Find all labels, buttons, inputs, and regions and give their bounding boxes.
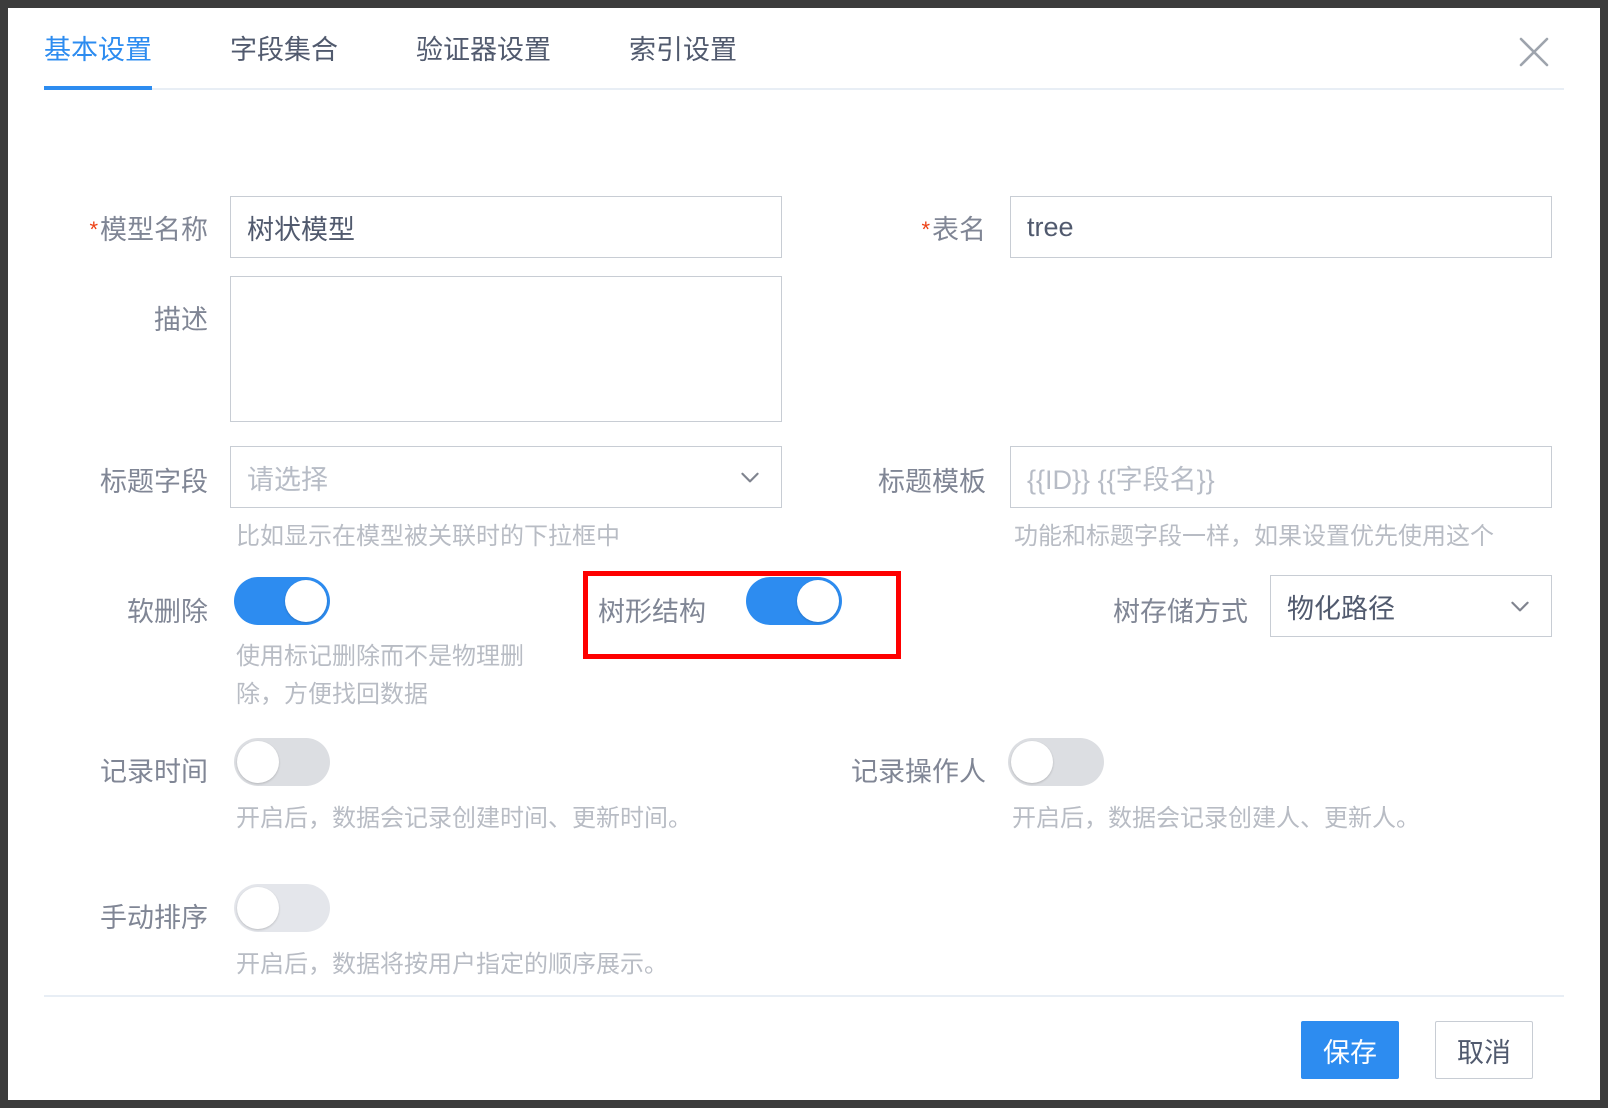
record-time-label: 记录时间 [100, 757, 208, 787]
tab-field-collection[interactable]: 字段集合 [230, 8, 338, 90]
cancel-button[interactable]: 取消 [1435, 1021, 1533, 1079]
switch-knob [1011, 741, 1053, 783]
record-operator-label: 记录操作人 [851, 757, 986, 787]
record-time-hint: 开启后，数据会记录创建时间、更新时间。 [236, 805, 692, 832]
soft-delete-hint: 使用标记删除而不是物理删 除，方便找回数据 [236, 643, 524, 708]
description-label: 描述 [154, 305, 208, 335]
footer-divider [44, 995, 1564, 997]
tree-structure-switch[interactable] [746, 577, 842, 625]
dialog-footer: 保存 取消 [8, 995, 1600, 1100]
title-template-value: {{ID}} {{字段名}} [1027, 464, 1215, 495]
tab-label: 基本设置 [44, 34, 152, 65]
model-name-label: *模型名称 [89, 215, 208, 245]
title-template-input[interactable]: {{ID}} {{字段名}} [1010, 446, 1552, 508]
switch-knob [285, 580, 327, 622]
manual-sort-switch[interactable] [234, 884, 330, 932]
tree-structure-label: 树形结构 [598, 597, 706, 627]
required-star: * [89, 217, 98, 242]
description-textarea[interactable] [230, 276, 782, 422]
soft-delete-label: 软删除 [127, 597, 208, 627]
title-field-select[interactable]: 请选择 [230, 446, 782, 508]
tree-storage-value: 物化路径 [1287, 593, 1395, 624]
title-template-label: 标题模板 [878, 467, 986, 497]
table-name-label: *表名 [921, 215, 986, 245]
model-settings-dialog: 基本设置 字段集合 验证器设置 索引设置 *模型名称 树状模型 *表名 tree… [8, 8, 1600, 1100]
save-button[interactable]: 保存 [1301, 1021, 1399, 1079]
model-name-input[interactable]: 树状模型 [230, 196, 782, 258]
title-field-hint: 比如显示在模型被关联时的下拉框中 [236, 523, 620, 550]
tab-validator-settings[interactable]: 验证器设置 [416, 8, 551, 90]
tree-storage-label: 树存储方式 [1113, 597, 1248, 627]
title-template-hint: 功能和标题字段一样，如果设置优先使用这个 [1014, 523, 1494, 550]
model-name-value: 树状模型 [247, 214, 355, 245]
record-time-switch[interactable] [234, 738, 330, 786]
record-operator-switch[interactable] [1008, 738, 1104, 786]
save-button-label: 保存 [1323, 1037, 1377, 1068]
form-body: *模型名称 树状模型 *表名 tree 描述 标题字段 请选择 比如显示在模型被… [8, 90, 1600, 995]
tab-basic-settings[interactable]: 基本设置 [44, 8, 152, 90]
tree-storage-select[interactable]: 物化路径 [1270, 575, 1552, 637]
tab-index-settings[interactable]: 索引设置 [629, 8, 737, 90]
table-name-value: tree [1027, 211, 1074, 242]
title-field-value: 请选择 [247, 464, 328, 495]
chevron-down-icon [741, 472, 759, 483]
switch-knob [797, 580, 839, 622]
tab-bar: 基本设置 字段集合 验证器设置 索引设置 [8, 8, 1600, 90]
record-operator-hint: 开启后，数据会记录创建人、更新人。 [1012, 805, 1420, 832]
manual-sort-label: 手动排序 [100, 903, 208, 933]
title-field-label: 标题字段 [100, 467, 208, 497]
required-star: * [921, 217, 930, 242]
close-icon[interactable] [1512, 30, 1556, 74]
switch-knob [237, 741, 279, 783]
tab-label: 索引设置 [629, 34, 737, 65]
tab-label: 字段集合 [230, 34, 338, 65]
tab-label: 验证器设置 [416, 34, 551, 65]
switch-knob [237, 887, 279, 929]
manual-sort-hint: 开启后，数据将按用户指定的顺序展示。 [236, 951, 668, 978]
cancel-button-label: 取消 [1457, 1037, 1511, 1068]
soft-delete-switch[interactable] [234, 577, 330, 625]
table-name-input[interactable]: tree [1010, 196, 1552, 258]
chevron-down-icon [1511, 601, 1529, 612]
